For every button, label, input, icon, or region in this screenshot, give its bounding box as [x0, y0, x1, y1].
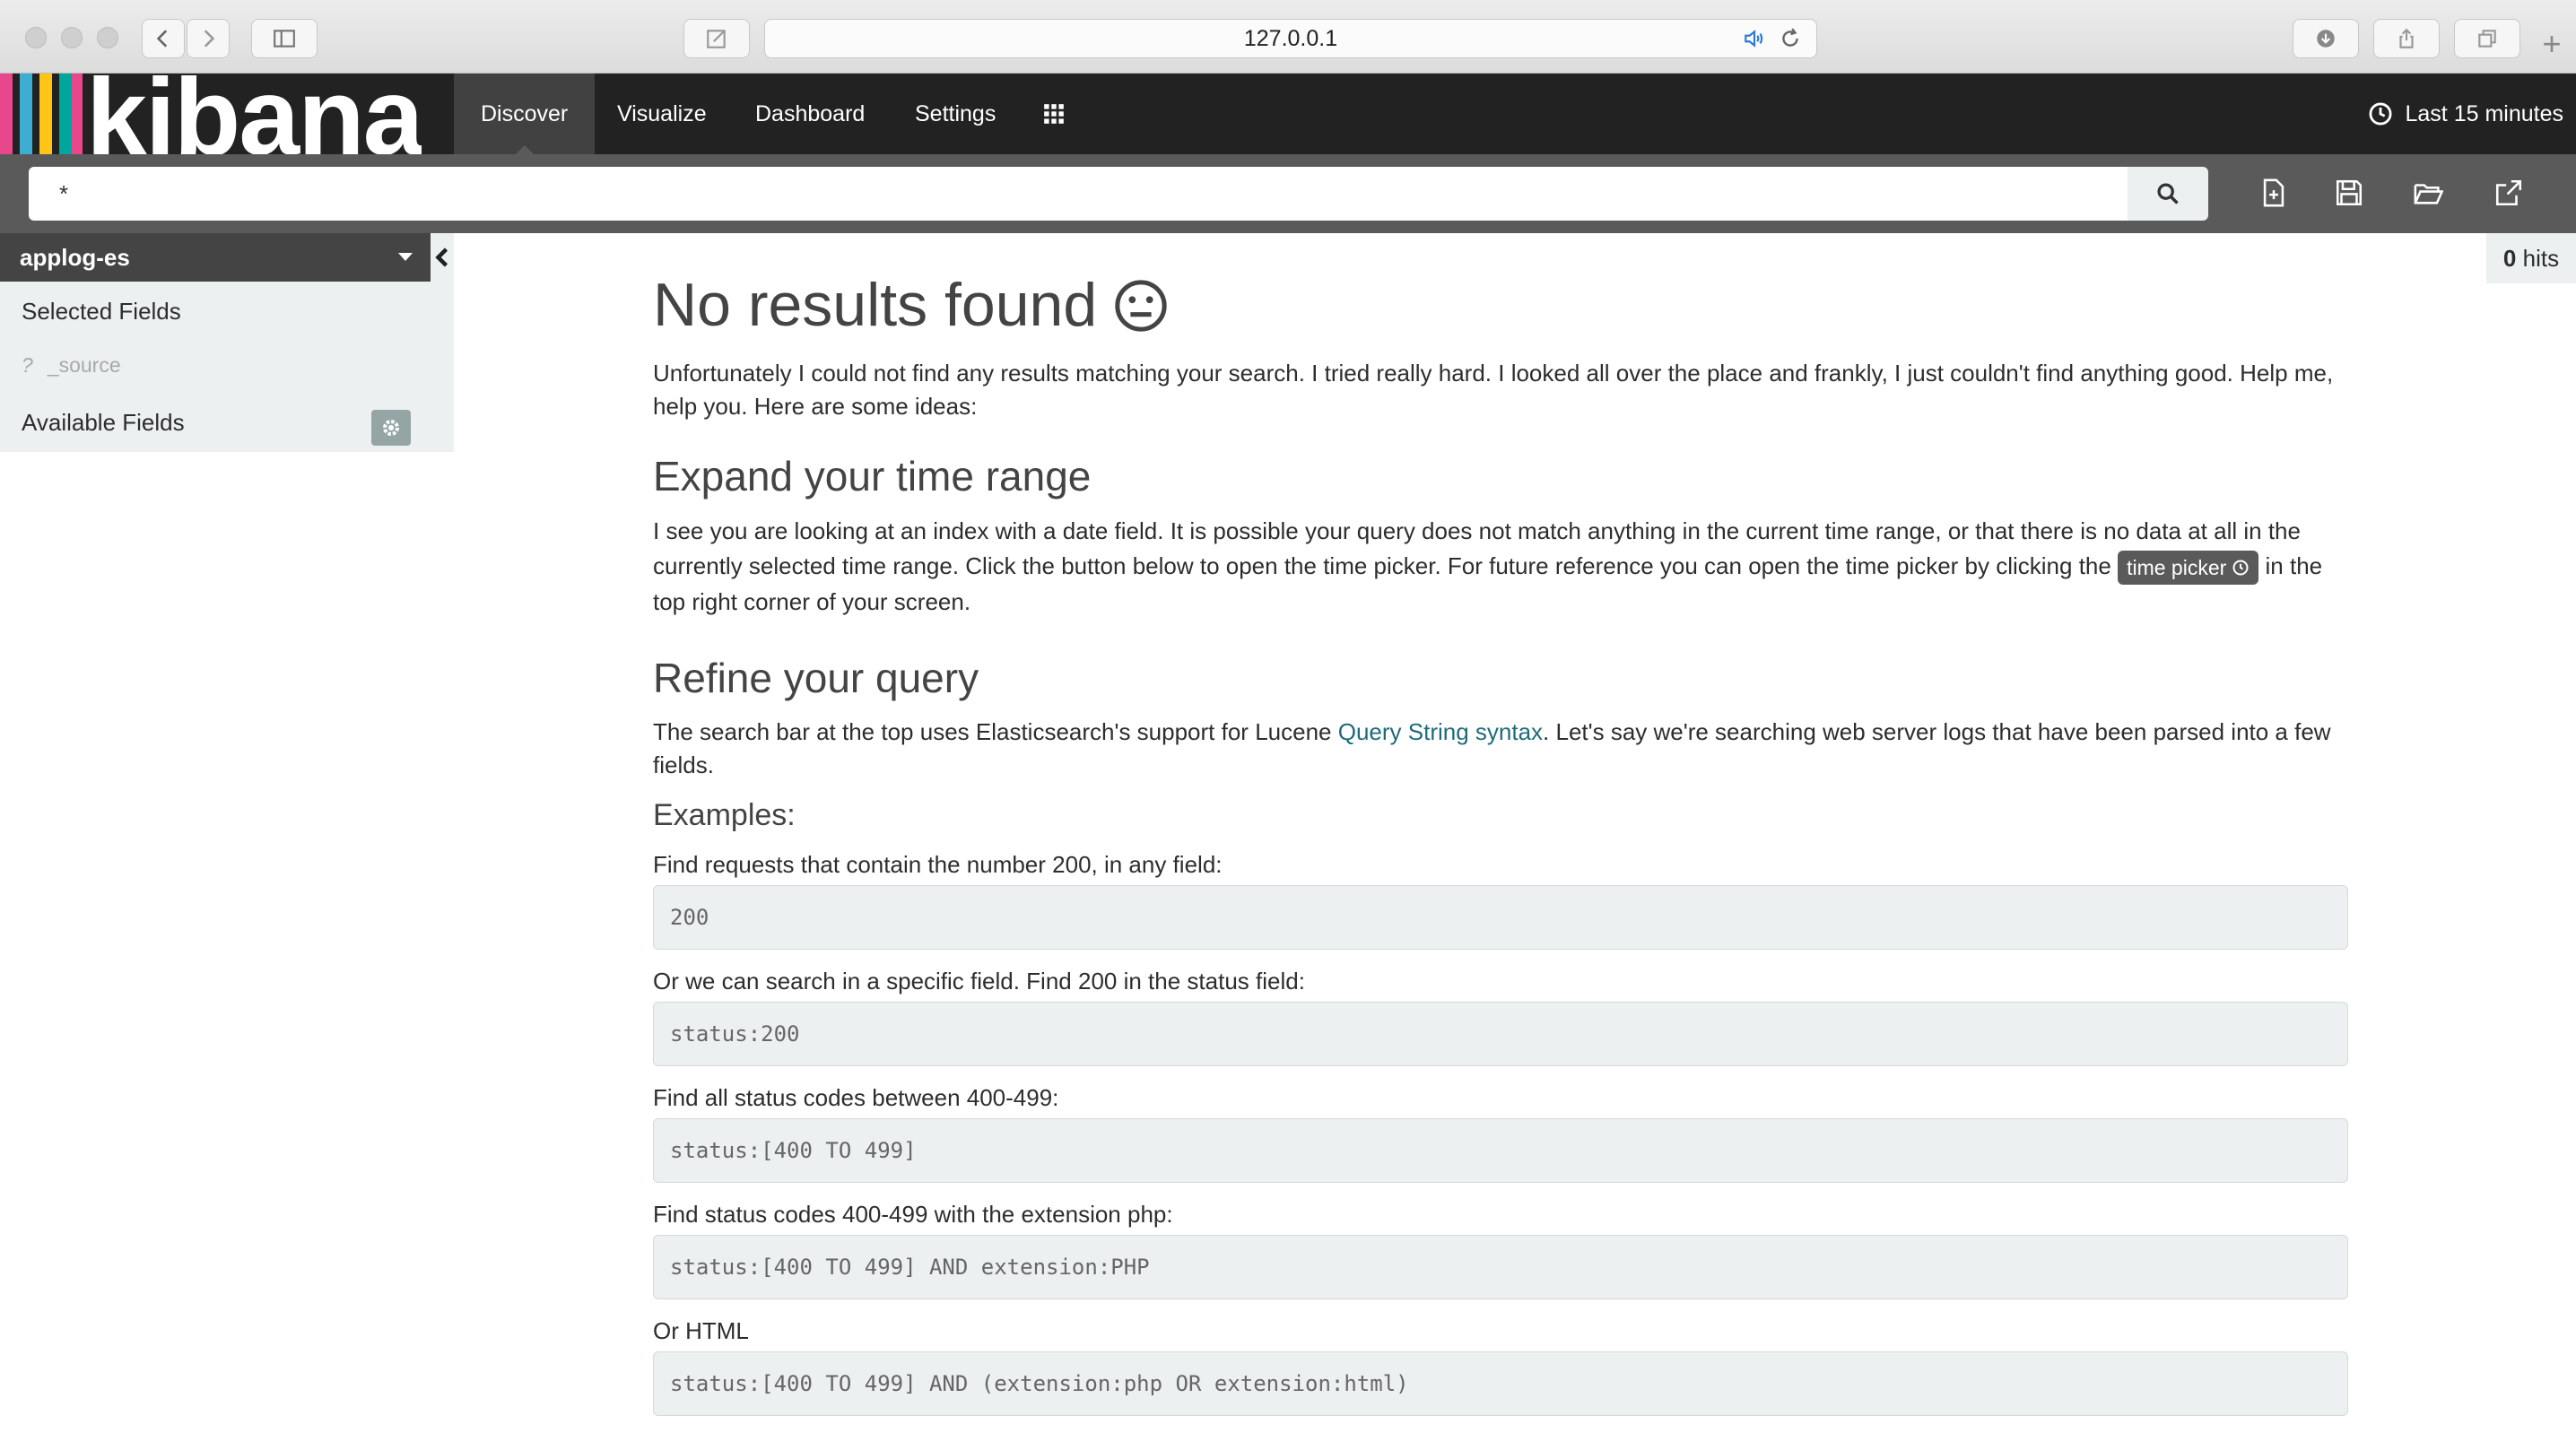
- example-label: Find status codes 400-499 with the exten…: [653, 1201, 1173, 1229]
- chevron-left-icon: [156, 30, 168, 48]
- tab-settings[interactable]: Settings: [888, 74, 1023, 154]
- neutral-face-icon: [1115, 280, 1167, 332]
- example-code: 200: [653, 885, 2348, 951]
- tabs-overview-button[interactable]: [2454, 19, 2520, 58]
- time-range-text-before: I see you are looking at an index with a…: [653, 517, 2301, 579]
- gear-icon: [383, 420, 399, 436]
- kibana-logo[interactable]: kibana: [0, 74, 422, 154]
- reader-button[interactable]: [683, 19, 750, 58]
- available-fields-heading: Available Fields: [22, 409, 185, 436]
- time-picker-button[interactable]: Last 15 minutes: [2368, 74, 2564, 154]
- example-code: status:[400 TO 499] AND extension:PHP: [653, 1235, 2348, 1300]
- example-label: Find all status codes between 400-499:: [653, 1084, 1059, 1112]
- back-button[interactable]: [142, 19, 185, 58]
- share-button[interactable]: [2373, 19, 2440, 58]
- index-pattern-selector[interactable]: applog-es: [0, 233, 431, 282]
- share-search-icon[interactable]: [2493, 178, 2524, 208]
- tab-discover[interactable]: Discover: [454, 74, 596, 154]
- example-item: Or we can search in a specific field. Fi…: [653, 966, 2348, 1067]
- speaker-icon[interactable]: [1743, 27, 1766, 50]
- tabs-icon: [2478, 30, 2496, 48]
- download-icon: [2317, 30, 2335, 48]
- window-zoom-button[interactable]: [97, 27, 118, 48]
- logo-stripe: [0, 74, 13, 154]
- new-tab-button[interactable]: +: [2537, 28, 2567, 61]
- search-input[interactable]: [29, 167, 2128, 221]
- refine-text-before: The search bar at the top uses Elasticse…: [653, 718, 1332, 746]
- address-bar[interactable]: 127.0.0.1: [764, 19, 1817, 58]
- logo-stripe: [72, 74, 83, 154]
- field-settings-button[interactable]: [371, 410, 411, 446]
- search-icon: [2157, 183, 2179, 204]
- browser-toolbar: 127.0.0.1 +: [0, 0, 2576, 74]
- index-pattern-name: applog-es: [20, 244, 130, 271]
- selected-fields-heading: Selected Fields: [22, 298, 181, 325]
- collapse-sidebar-button[interactable]: [431, 233, 454, 282]
- time-picker-chip-label: time picker: [2127, 555, 2227, 579]
- example-label: Or we can search in a specific field. Fi…: [653, 968, 1305, 995]
- field-name: _source: [47, 353, 121, 377]
- chevron-left-icon: [435, 248, 448, 267]
- open-search-icon[interactable]: [2413, 178, 2443, 208]
- time-range-text: I see you are looking at an index with a…: [653, 514, 2348, 620]
- downloads-button[interactable]: [2293, 19, 2359, 58]
- field-type-unknown-icon: ?: [22, 353, 33, 377]
- kibana-navbar: kibana Discover Visualize Dashboard Sett…: [0, 74, 2576, 154]
- caret-down-icon: [398, 253, 413, 261]
- no-results-panel: No results found Unfortunately I could n…: [653, 269, 2348, 1417]
- chevron-right-icon: [204, 30, 215, 48]
- sidebar-toggle-button[interactable]: [251, 19, 318, 58]
- field-item-source[interactable]: ? _source: [22, 353, 121, 378]
- examples-heading: Examples:: [653, 798, 796, 833]
- hits-count: 0 hits: [2486, 233, 2576, 283]
- fields-sidebar: applog-es Selected Fields ? _source Avail…: [0, 233, 454, 452]
- apps-grid-icon[interactable]: [1042, 102, 1066, 126]
- brand-name: kibana: [86, 74, 422, 154]
- tab-dashboard[interactable]: Dashboard: [728, 74, 892, 154]
- time-range-label: Last 15 minutes: [2405, 100, 2564, 126]
- refine-query-text: The search bar at the top uses Elasticse…: [653, 716, 2348, 782]
- logo-stripe: [39, 74, 52, 154]
- example-item: Or HTML status:[400 TO 499] AND (extensi…: [653, 1316, 2348, 1417]
- reload-icon[interactable]: [1779, 27, 1802, 50]
- refine-query-heading: Refine your query: [653, 654, 979, 701]
- sidebar-icon: [274, 30, 295, 48]
- query-string-syntax-link[interactable]: Query String syntax: [1338, 718, 1543, 745]
- query-bar: [0, 154, 2576, 233]
- time-picker-chip[interactable]: time picker: [2118, 550, 2259, 585]
- share-icon: [2399, 28, 2414, 48]
- example-code: status:200: [653, 1002, 2348, 1067]
- save-search-icon[interactable]: [2334, 178, 2364, 208]
- new-search-icon[interactable]: [2258, 178, 2289, 208]
- example-item: Find all status codes between 400-499: s…: [653, 1082, 2348, 1184]
- hits-number: 0: [2502, 245, 2517, 272]
- logo-stripe: [59, 74, 72, 154]
- clock-icon: [2369, 102, 2391, 126]
- example-label: Or HTML: [653, 1317, 749, 1345]
- window-minimize-button[interactable]: [61, 27, 83, 48]
- forward-button[interactable]: [187, 19, 230, 58]
- url-text: 127.0.0.1: [1243, 25, 1338, 51]
- time-range-heading: Expand your time range: [653, 452, 1092, 499]
- page-title-text: No results found: [653, 271, 1098, 339]
- window-close-button[interactable]: [25, 27, 47, 48]
- search-button[interactable]: [2128, 167, 2208, 221]
- example-item: Find requests that contain the number 20…: [653, 849, 2348, 951]
- example-label: Find requests that contain the number 20…: [653, 851, 1223, 879]
- page-title: No results found: [653, 269, 2348, 343]
- clock-icon: [2232, 560, 2249, 576]
- example-code: status:[400 TO 499]: [653, 1118, 2348, 1184]
- example-code: status:[400 TO 499] AND (extension:php O…: [653, 1351, 2348, 1417]
- logo-stripe: [20, 74, 32, 154]
- intro-text: Unfortunately I could not find any resul…: [653, 359, 2334, 420]
- hits-label: hits: [2522, 245, 2560, 272]
- example-item: Find status codes 400-499 with the exten…: [653, 1199, 2348, 1300]
- tab-visualize[interactable]: Visualize: [590, 74, 734, 154]
- compose-icon: [707, 30, 726, 48]
